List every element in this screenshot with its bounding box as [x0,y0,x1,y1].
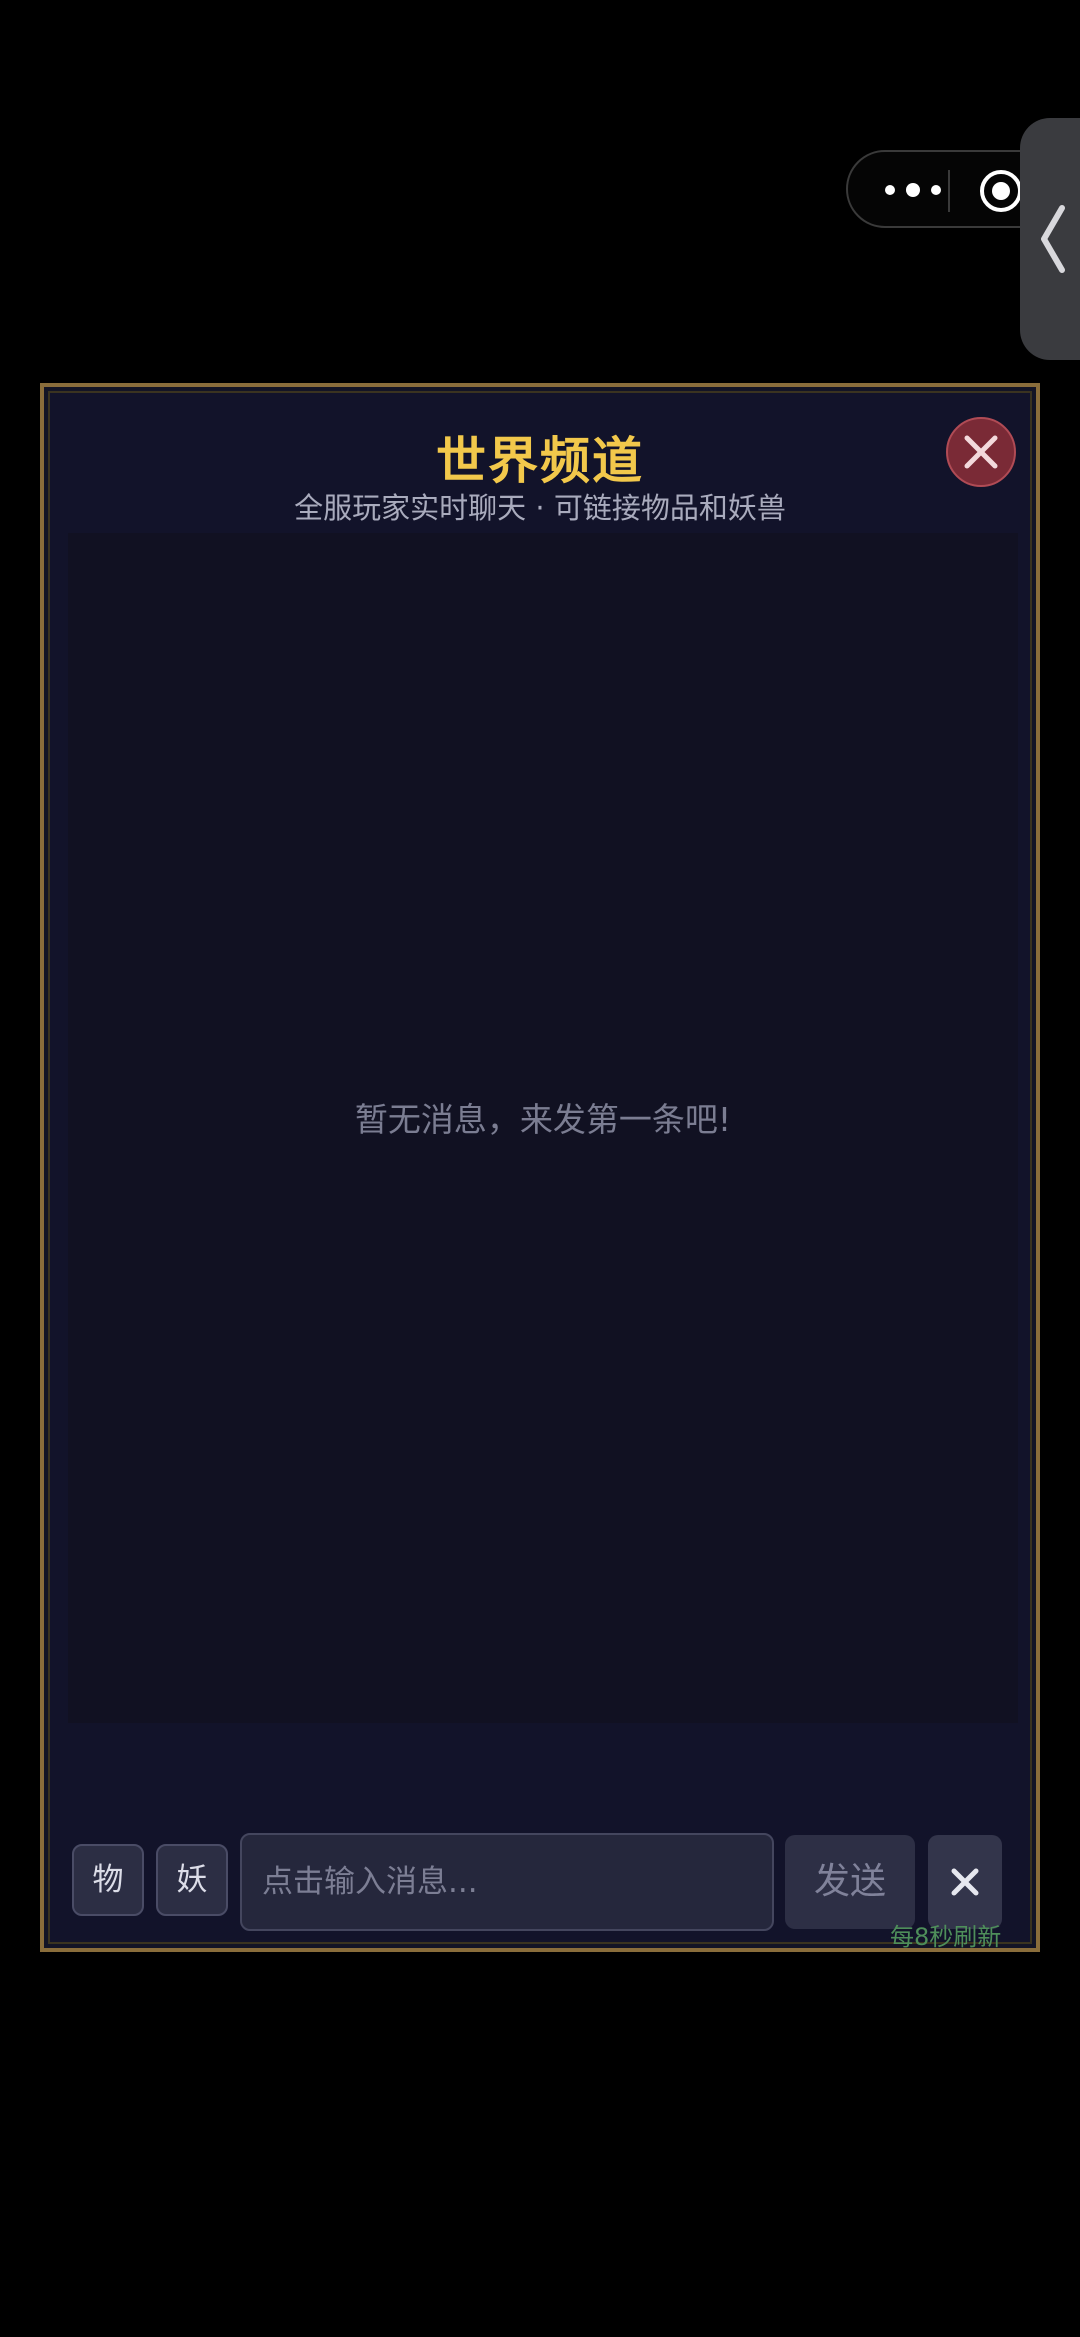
close-icon [951,1868,979,1896]
refresh-interval-note: 每8秒刷新 [890,1923,1002,1951]
close-icon [964,435,998,469]
side-drawer-handle[interactable] [1020,118,1080,360]
message-list[interactable]: 暂无消息，来发第一条吧! [68,533,1018,1723]
world-channel-panel: 世界频道 全服玩家实时聊天 · 可链接物品和妖兽 暂无消息，来发第一条吧! 物 … [40,383,1040,1952]
link-item-button[interactable]: 物 [72,1844,144,1916]
screen: 世界频道 全服玩家实时聊天 · 可链接物品和妖兽 暂无消息，来发第一条吧! 物 … [0,0,1080,2337]
send-button[interactable]: 发送 [785,1835,915,1929]
panel-subtitle: 全服玩家实时聊天 · 可链接物品和妖兽 [294,491,786,525]
empty-message-hint: 暂无消息，来发第一条吧! [354,1100,732,1139]
message-input[interactable] [240,1833,774,1931]
chevron-left-icon [1041,205,1065,273]
target-circle-icon[interactable] [978,168,1024,214]
link-beast-button[interactable]: 妖 [156,1844,228,1916]
close-panel-button[interactable] [946,417,1016,487]
capsule-divider [948,170,950,212]
clear-input-button[interactable] [928,1835,1002,1929]
panel-title: 世界频道 [436,432,644,490]
more-dots-icon[interactable] [878,174,948,206]
panel-inner-frame: 世界频道 全服玩家实时聊天 · 可链接物品和妖兽 暂无消息，来发第一条吧! 物 … [48,391,1032,1951]
